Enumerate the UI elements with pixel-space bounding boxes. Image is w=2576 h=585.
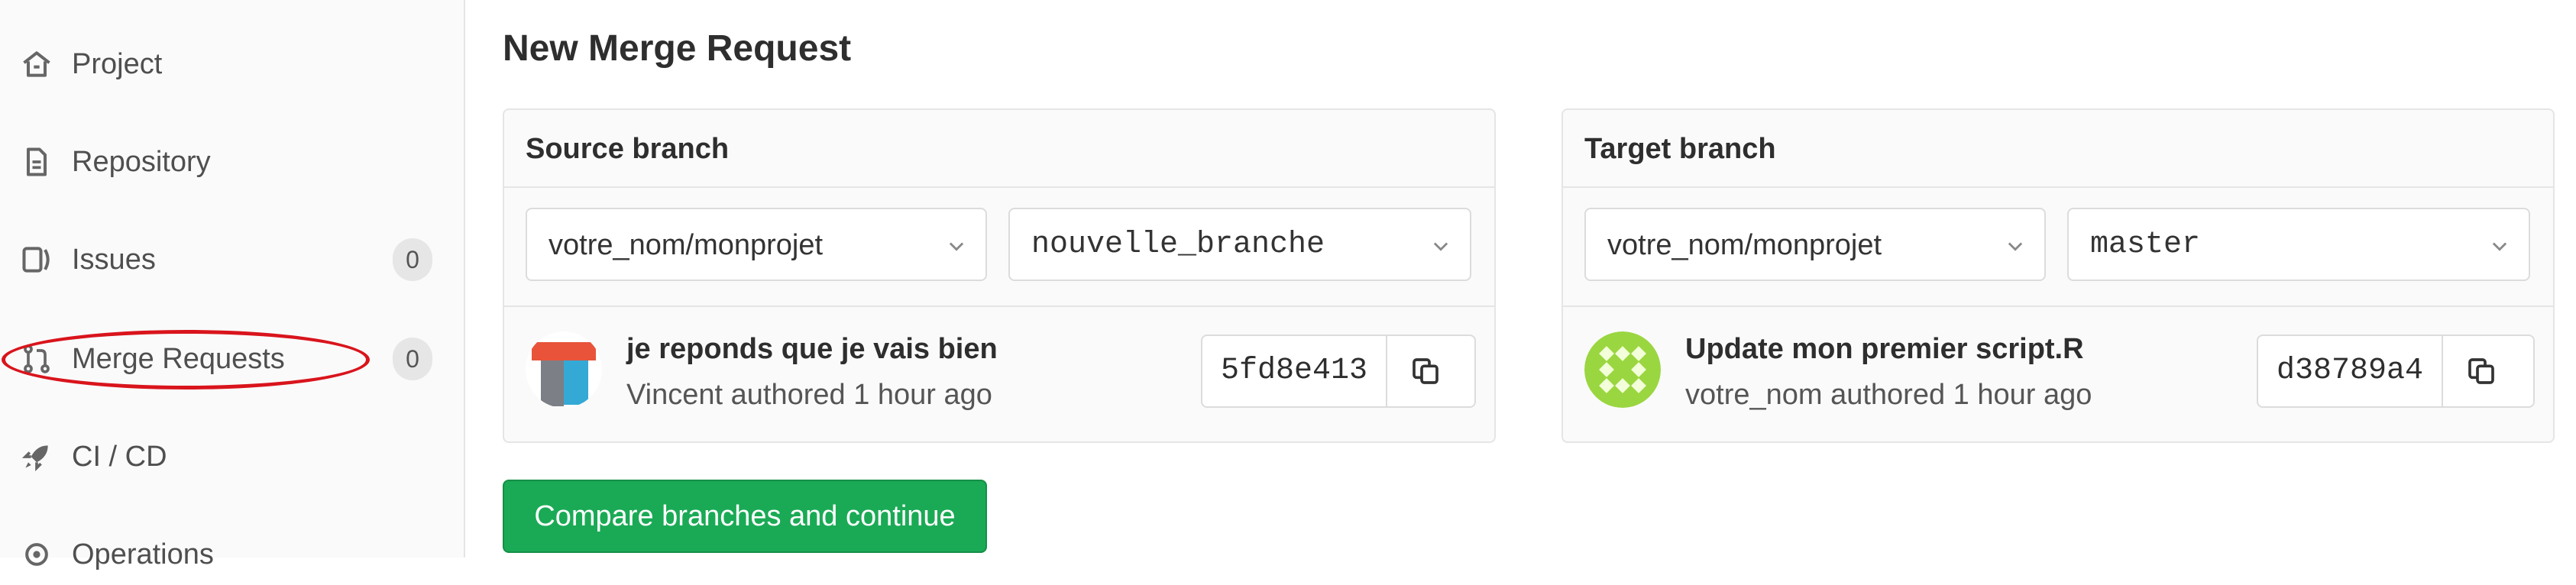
source-branch-select[interactable]: nouvelle_branche	[1008, 208, 1471, 281]
avatar	[526, 331, 602, 408]
commit-sha-box: d38789a4	[2257, 335, 2535, 408]
target-branch-select[interactable]: master	[2067, 208, 2530, 281]
target-commit: Update mon premier script.R votre_nom au…	[1563, 307, 2553, 441]
sidebar-item-issues[interactable]: Issues 0	[0, 229, 458, 290]
sidebar-item-label: CI / CD	[72, 441, 167, 473]
page-title: New Merge Request	[503, 28, 852, 69]
chevron-down-icon	[946, 235, 967, 257]
select-value: votre_nom/monprojet	[549, 229, 824, 261]
merge-request-icon	[20, 342, 53, 376]
commit-sha[interactable]: d38789a4	[2258, 336, 2444, 406]
select-value: nouvelle_branche	[1031, 228, 1325, 262]
sidebar-item-label: Issues	[72, 244, 156, 276]
sidebar-item-label: Operations	[72, 538, 214, 570]
commit-title[interactable]: Update mon premier script.R	[1685, 330, 2084, 368]
target-branch-title: Target branch	[1584, 133, 1776, 165]
commit-meta: votre_nom authored 1 hour ago	[1685, 379, 2092, 411]
sidebar-item-ci-cd[interactable]: CI / CD	[0, 426, 458, 487]
target-selects: votre_nom/monprojet master	[1563, 188, 2553, 307]
select-value: votre_nom/monprojet	[1607, 229, 1882, 261]
sidebar-item-label: Project	[72, 48, 163, 80]
operations-icon	[20, 538, 53, 571]
chevron-down-icon	[1430, 235, 1451, 257]
issues-count-badge: 0	[393, 238, 432, 281]
copy-sha-button[interactable]	[1387, 336, 1464, 406]
source-branch-panel: Source branch votre_nom/monprojet nouvel…	[503, 108, 1496, 443]
rocket-icon	[20, 440, 53, 473]
chevron-down-icon	[2489, 235, 2510, 257]
commit-sha-box: 5fd8e413	[1201, 335, 1476, 408]
copy-sha-button[interactable]	[2443, 336, 2519, 406]
source-project-select[interactable]: votre_nom/monprojet	[526, 208, 987, 281]
select-value: master	[2090, 228, 2201, 262]
merge-requests-count-badge: 0	[393, 338, 432, 380]
target-project-select[interactable]: votre_nom/monprojet	[1584, 208, 2046, 281]
copy-icon	[2468, 358, 2494, 384]
panel-header: Source branch	[504, 110, 1494, 188]
home-icon	[20, 47, 53, 81]
target-branch-panel: Target branch votre_nom/monprojet master	[1561, 108, 2555, 443]
sidebar-item-operations[interactable]: Operations	[0, 524, 458, 585]
chevron-down-icon	[2005, 235, 2026, 257]
source-selects: votre_nom/monprojet nouvelle_branche	[504, 188, 1494, 307]
commit-meta: Vincent authored 1 hour ago	[626, 379, 992, 411]
issues-icon	[20, 243, 53, 276]
compare-branches-button[interactable]: Compare branches and continue	[503, 480, 987, 553]
sidebar: Project Repository Issues 0 Merge Reques…	[0, 0, 465, 570]
copy-icon	[1413, 358, 1438, 384]
source-commit: je reponds que je vais bien Vincent auth…	[504, 307, 1494, 441]
commit-sha[interactable]: 5fd8e413	[1202, 336, 1388, 406]
source-branch-title: Source branch	[526, 133, 730, 165]
avatar	[1584, 331, 1661, 408]
sidebar-item-project[interactable]: Project	[0, 34, 458, 95]
sidebar-item-merge-requests[interactable]: Merge Requests 0	[0, 328, 458, 389]
sidebar-item-label: Merge Requests	[72, 343, 285, 375]
sidebar-item-label: Repository	[72, 146, 211, 178]
commit-title[interactable]: je reponds que je vais bien	[626, 330, 998, 368]
document-icon	[20, 145, 53, 179]
sidebar-item-repository[interactable]: Repository	[0, 131, 458, 192]
panel-header: Target branch	[1563, 110, 2553, 188]
